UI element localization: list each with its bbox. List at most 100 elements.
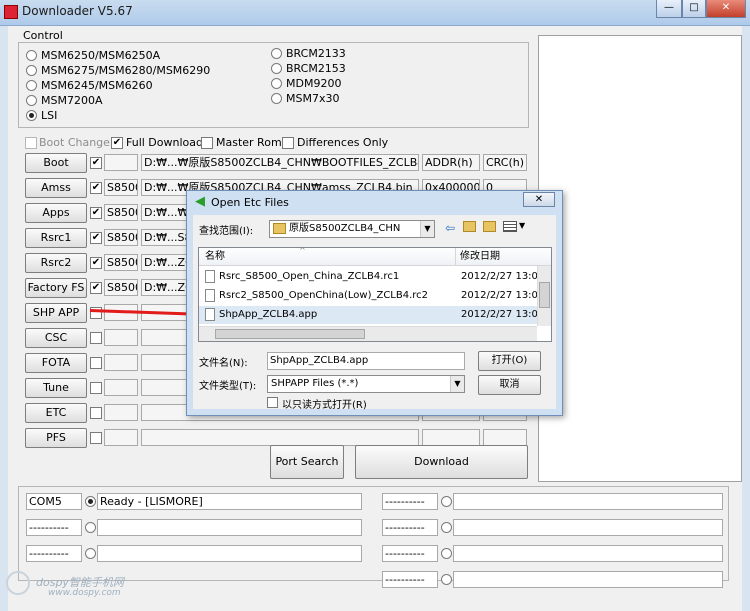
full-download-checkbox[interactable]: ✔ bbox=[111, 137, 123, 149]
file-path-field bbox=[141, 429, 419, 446]
folder-icon bbox=[273, 222, 286, 234]
close-button[interactable]: ✕ bbox=[706, 0, 746, 18]
file-select-button[interactable]: Factory FS bbox=[25, 278, 87, 298]
view-menu-chevron-icon[interactable]: ▼ bbox=[519, 221, 525, 230]
horizontal-scrollbar[interactable] bbox=[199, 326, 537, 341]
file-select-button[interactable]: FOTA bbox=[25, 353, 87, 373]
chipset-radio[interactable] bbox=[26, 95, 37, 106]
port-name-field: ---------- bbox=[382, 545, 438, 562]
file-select-button[interactable]: Rsrc2 bbox=[25, 253, 87, 273]
horizontal-scroll-thumb[interactable] bbox=[215, 329, 365, 339]
sort-indicator-icon: ^ bbox=[299, 246, 306, 255]
file-select-button[interactable]: ETC bbox=[25, 403, 87, 423]
view-menu-icon[interactable] bbox=[503, 221, 517, 232]
file-select-button[interactable]: Apps bbox=[25, 203, 87, 223]
file-select-button[interactable]: SHP APP bbox=[25, 303, 87, 323]
model-field: S8500 bbox=[104, 229, 138, 246]
master-rom-checkbox[interactable] bbox=[201, 137, 213, 149]
file-list-item[interactable]: ShpApp_ZCLB4.app 2012/2/27 13:00 bbox=[199, 306, 544, 324]
file-select-button[interactable]: Tune bbox=[25, 378, 87, 398]
file-row-checkbox[interactable]: ✔ bbox=[90, 207, 102, 219]
chipset-radio-label: LSI bbox=[41, 109, 58, 122]
port-radio[interactable] bbox=[85, 522, 96, 533]
file-list-item[interactable]: Rsrc_S8500_Open_China_ZCLB4.rc1 2012/2/27… bbox=[199, 268, 544, 286]
download-button[interactable]: Download bbox=[355, 445, 528, 479]
file-row-checkbox[interactable] bbox=[90, 382, 102, 394]
column-name[interactable]: 名称 bbox=[205, 248, 225, 266]
port-radio[interactable] bbox=[85, 496, 96, 507]
model-field bbox=[104, 329, 138, 346]
up-folder-icon[interactable] bbox=[463, 221, 476, 232]
port-status-field bbox=[97, 545, 362, 562]
control-group-label: Control bbox=[20, 29, 66, 42]
vertical-scroll-thumb[interactable] bbox=[539, 282, 550, 308]
chipset-radio[interactable] bbox=[271, 78, 282, 89]
chipset-radio[interactable] bbox=[271, 93, 282, 104]
port-radio[interactable] bbox=[85, 548, 96, 559]
file-date: 2012/2/27 13:00 bbox=[461, 309, 545, 320]
look-in-select[interactable]: 原版S8500ZCLB4_CHN ▼ bbox=[269, 220, 435, 238]
cancel-button[interactable]: 取消 bbox=[478, 375, 541, 395]
chipset-radio[interactable] bbox=[26, 80, 37, 91]
boot-change-checkbox[interactable] bbox=[25, 137, 37, 149]
chipset-radio-label: MDM9200 bbox=[286, 77, 342, 90]
file-row-checkbox[interactable]: ✔ bbox=[90, 282, 102, 294]
vertical-scrollbar[interactable] bbox=[537, 266, 551, 326]
port-radio[interactable] bbox=[441, 548, 452, 559]
port-radio[interactable] bbox=[441, 574, 452, 585]
back-icon[interactable]: ⇦ bbox=[445, 221, 455, 235]
file-row-checkbox[interactable]: ✔ bbox=[90, 182, 102, 194]
file-date: 2012/2/27 13:00 bbox=[461, 271, 545, 282]
port-search-button[interactable]: Port Search bbox=[270, 445, 344, 479]
crc-field bbox=[483, 429, 527, 446]
filetype-chevron-down-icon[interactable]: ▼ bbox=[450, 376, 464, 392]
differences-only-checkbox[interactable] bbox=[282, 137, 294, 149]
model-field bbox=[104, 379, 138, 396]
crc-field: CRC(h) bbox=[483, 154, 527, 171]
maximize-button[interactable]: □ bbox=[682, 0, 706, 18]
file-row-checkbox[interactable] bbox=[90, 407, 102, 419]
chipset-radio[interactable] bbox=[26, 50, 37, 61]
dialog-close-button[interactable]: ✕ bbox=[523, 192, 555, 207]
port-radio[interactable] bbox=[441, 522, 452, 533]
file-icon bbox=[205, 270, 215, 283]
new-folder-icon[interactable] bbox=[483, 221, 496, 232]
file-select-button[interactable]: CSC bbox=[25, 328, 87, 348]
port-status-field bbox=[453, 571, 723, 588]
file-row-checkbox[interactable]: ✔ bbox=[90, 157, 102, 169]
look-in-value: 原版S8500ZCLB4_CHN bbox=[289, 223, 401, 234]
open-etc-files-dialog: ◀ Open Etc Files ✕ 查找范围(I): 原版S8500ZCLB4… bbox=[186, 190, 563, 416]
file-row-checkbox[interactable]: ✔ bbox=[90, 257, 102, 269]
chipset-radio[interactable] bbox=[26, 65, 37, 76]
chipset-radio[interactable] bbox=[271, 48, 282, 59]
filename-input[interactable]: ShpApp_ZCLB4.app bbox=[267, 352, 465, 370]
file-row-checkbox[interactable] bbox=[90, 357, 102, 369]
file-select-button[interactable]: Rsrc1 bbox=[25, 228, 87, 248]
open-button[interactable]: 打开(O) bbox=[478, 351, 541, 371]
filetype-select[interactable]: SHPAPP Files (*.*) ▼ bbox=[267, 375, 465, 393]
column-modified[interactable]: 修改日期 bbox=[455, 248, 500, 266]
chipset-radio-label: BRCM2133 bbox=[286, 47, 346, 60]
file-row-checkbox[interactable]: ✔ bbox=[90, 232, 102, 244]
file-name: ShpApp_ZCLB4.app bbox=[219, 309, 318, 320]
file-list-item[interactable]: Rsrc2_S8500_OpenChina(Low)_ZCLB4.rc2 2012… bbox=[199, 287, 544, 305]
file-select-button[interactable]: Amss bbox=[25, 178, 87, 198]
port-name-field: ---------- bbox=[26, 545, 82, 562]
file-select-button[interactable]: PFS bbox=[25, 428, 87, 448]
file-row-checkbox[interactable] bbox=[90, 332, 102, 344]
chipset-radio[interactable] bbox=[26, 110, 37, 121]
port-radio[interactable] bbox=[441, 496, 452, 507]
chipset-radio[interactable] bbox=[271, 63, 282, 74]
readonly-label: 以只读方式打开(R) bbox=[282, 400, 367, 411]
minimize-button[interactable]: — bbox=[656, 0, 682, 18]
dialog-title: Open Etc Files bbox=[211, 196, 289, 209]
file-row-checkbox[interactable] bbox=[90, 432, 102, 444]
readonly-checkbox[interactable] bbox=[267, 397, 278, 408]
model-field: S8500 bbox=[104, 279, 138, 296]
chipset-radio-label: MSM6275/MSM6280/MSM6290 bbox=[41, 64, 211, 77]
model-field bbox=[104, 354, 138, 371]
chevron-down-icon[interactable]: ▼ bbox=[420, 221, 434, 237]
port-status-field bbox=[453, 545, 723, 562]
file-select-button[interactable]: Boot bbox=[25, 153, 87, 173]
port-name-field: ---------- bbox=[26, 519, 82, 536]
